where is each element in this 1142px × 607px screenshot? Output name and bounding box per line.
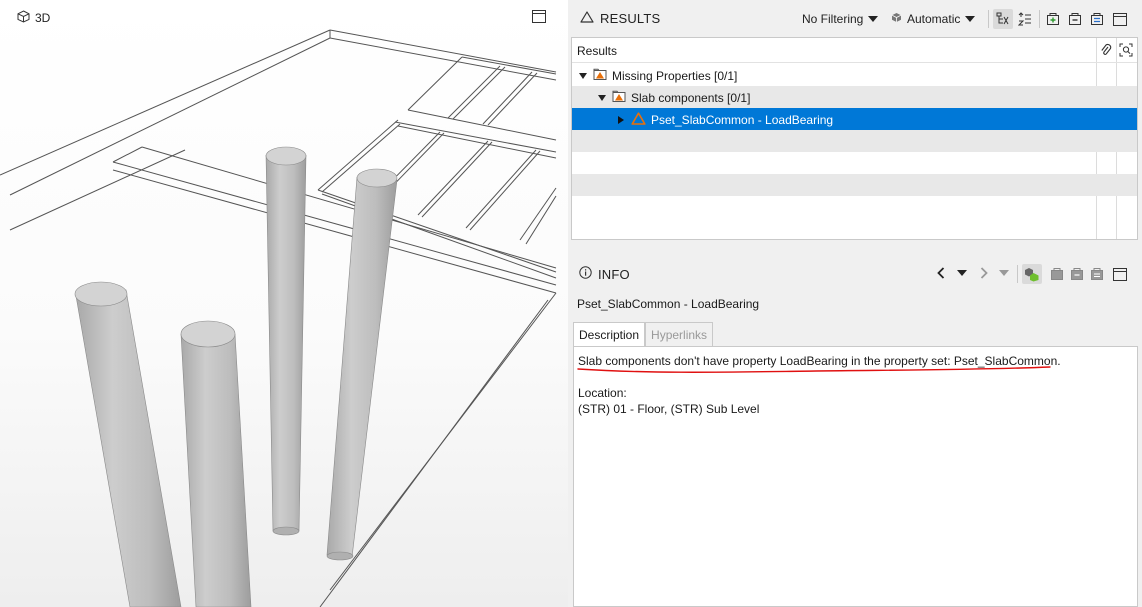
mode-dropdown[interactable]: Automatic: [891, 12, 976, 26]
results-title: RESULTS: [580, 11, 660, 26]
gear-cube-icon: [891, 12, 902, 26]
mode-dropdown-label: Automatic: [907, 12, 961, 26]
empty-row: [572, 196, 1137, 218]
empty-row: [572, 174, 1137, 196]
fit-to-view-icon[interactable]: [1022, 264, 1042, 284]
tab-description[interactable]: Description: [573, 322, 646, 347]
empty-row: [572, 130, 1137, 152]
next-arrow-icon[interactable]: [980, 267, 988, 282]
3d-view-title: 3D: [35, 11, 51, 25]
results-tree[interactable]: Results Missing Properties [0/1] Slab co…: [571, 37, 1138, 240]
remove-issue-icon[interactable]: [1065, 9, 1085, 29]
tree-view-icon[interactable]: [993, 9, 1013, 29]
results-panel-header: RESULTS No Filtering Automatic: [568, 1, 1142, 35]
window-maximize-icon[interactable]: [532, 10, 546, 26]
3d-model-viewport[interactable]: [0, 0, 568, 607]
right-panels: RESULTS No Filtering Automatic Results M…: [568, 0, 1142, 607]
previous-arrow-icon[interactable]: [937, 267, 945, 282]
toolbar-divider: [988, 10, 989, 28]
issue-remove-icon[interactable]: [1067, 264, 1087, 284]
folder-warning-icon: [593, 68, 607, 84]
issue-list-icon[interactable]: [1087, 9, 1107, 29]
tree-row-label: Pset_SlabCommon - LoadBearing: [651, 113, 834, 127]
3d-view-header: 3D: [17, 10, 50, 26]
cube-icon: [17, 10, 30, 26]
tree-row-label: Slab components [0/1]: [631, 91, 751, 105]
description-text-wrap: Slab components don't have property Load…: [577, 353, 1061, 373]
filter-dropdown-label: No Filtering: [802, 12, 864, 26]
description-content: Slab components don't have property Load…: [573, 346, 1138, 607]
tree-row-label: Missing Properties [0/1]: [612, 69, 738, 83]
history-dropdown-icon[interactable]: [999, 270, 1009, 276]
window-maximize-icon[interactable]: [1110, 264, 1130, 284]
info-title: INFO: [579, 266, 630, 282]
history-dropdown-icon[interactable]: [957, 270, 967, 276]
list-view-icon[interactable]: [1015, 9, 1035, 29]
info-panel-header: INFO: [568, 256, 1142, 290]
location-label: Location:: [578, 386, 627, 400]
zoom-to-fit-icon[interactable]: [1119, 43, 1133, 60]
toolbar-divider: [1039, 10, 1040, 28]
results-column-label: Results: [577, 44, 618, 58]
issue-icon[interactable]: [1047, 264, 1067, 284]
expanded-arrow-icon[interactable]: [597, 93, 607, 103]
warning-outline-icon: [580, 11, 594, 26]
paperclip-icon[interactable]: [1100, 43, 1112, 60]
tab-hyperlinks[interactable]: Hyperlinks: [645, 322, 714, 346]
folder-warning-icon: [612, 90, 626, 106]
window-maximize-icon[interactable]: [1110, 9, 1130, 29]
add-issue-icon[interactable]: [1043, 9, 1063, 29]
3d-view-panel[interactable]: 3D: [0, 0, 568, 607]
empty-row: [572, 152, 1137, 174]
info-subject-title: Pset_SlabCommon - LoadBearing: [577, 297, 760, 311]
info-icon: [579, 266, 592, 282]
warning-icon: [631, 112, 646, 128]
columns: [74, 146, 398, 607]
red-underline-annotation: [577, 366, 1051, 373]
collapsed-arrow-icon[interactable]: [616, 115, 626, 125]
results-column-header: Results: [572, 38, 1137, 63]
location-value: (STR) 01 - Floor, (STR) Sub Level: [578, 402, 760, 416]
tree-row-pset-slabcommon-loadbearing[interactable]: Pset_SlabCommon - LoadBearing: [572, 108, 1137, 130]
chevron-down-icon: [965, 16, 976, 22]
tree-row-missing-properties[interactable]: Missing Properties [0/1]: [572, 64, 1137, 86]
chevron-down-icon: [868, 16, 879, 22]
toolbar-divider: [1017, 265, 1018, 283]
filter-dropdown[interactable]: No Filtering: [802, 12, 879, 26]
issue-list-icon[interactable]: [1087, 264, 1107, 284]
info-tabs: Description Hyperlinks: [573, 322, 714, 347]
expanded-arrow-icon[interactable]: [578, 71, 588, 81]
tree-row-slab-components[interactable]: Slab components [0/1]: [572, 86, 1137, 108]
